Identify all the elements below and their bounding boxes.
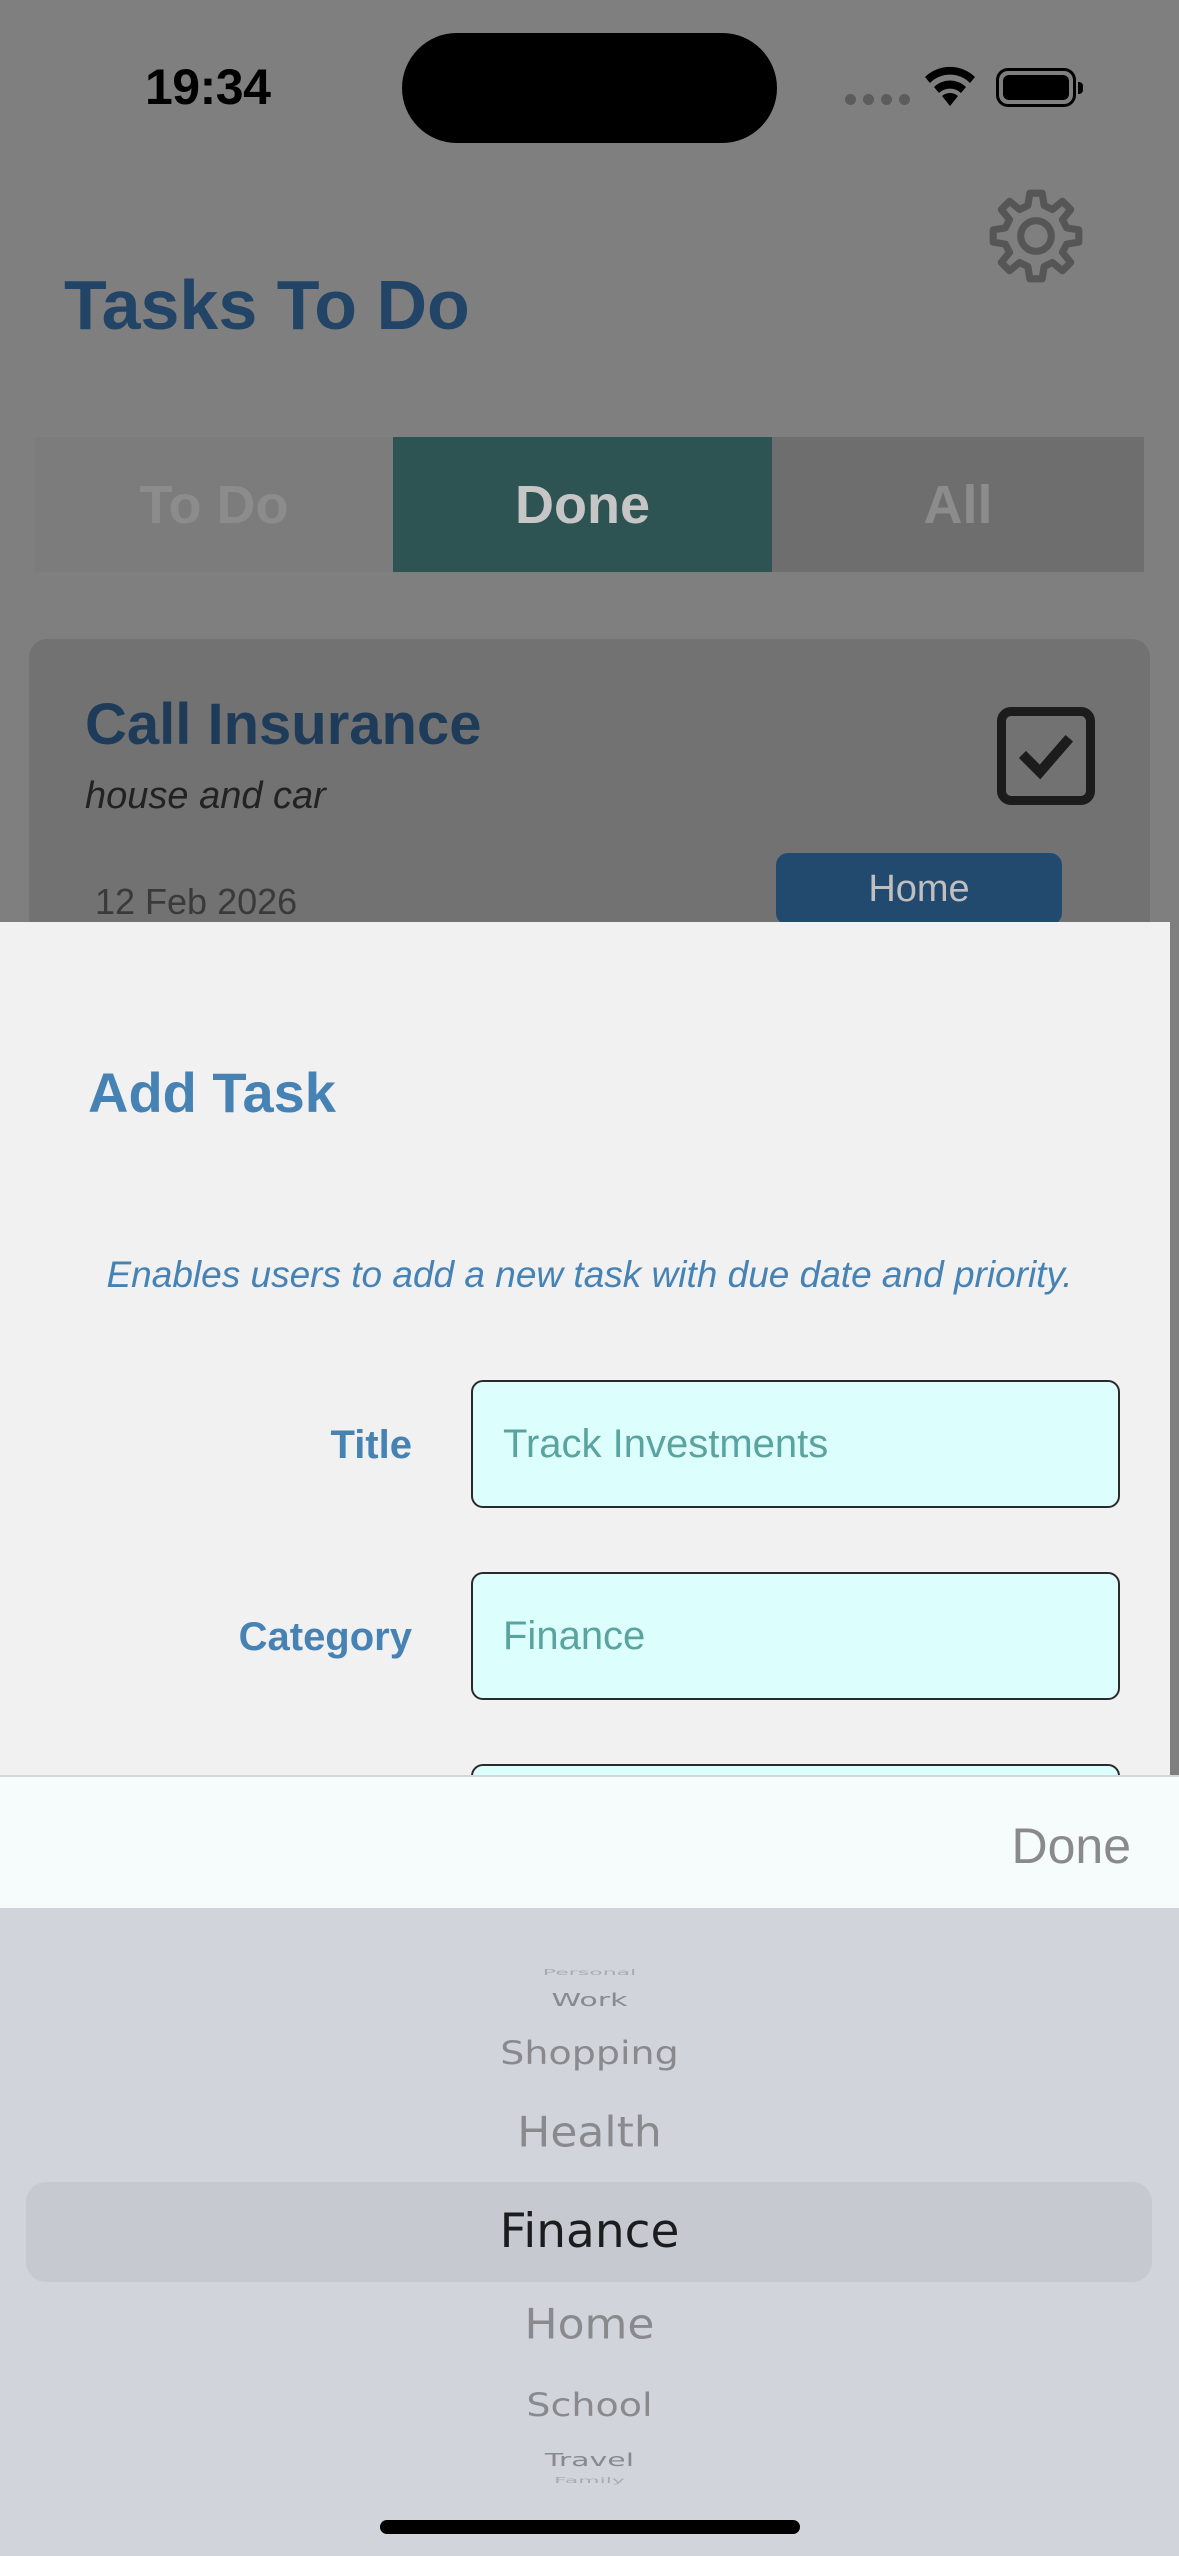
dynamic-island: [402, 33, 777, 143]
task-title: Call Insurance: [85, 692, 482, 757]
title-label: Title: [330, 1423, 412, 1467]
category-label: Category: [238, 1615, 412, 1659]
task-done-checkbox[interactable]: [997, 707, 1095, 805]
gear-icon[interactable]: [985, 185, 1087, 287]
status-time: 19:34: [145, 59, 271, 115]
cellular-signal-icon: [845, 94, 910, 105]
picker-option[interactable]: Shopping: [0, 2034, 1179, 2071]
category-picker[interactable]: Personal Work Shopping Health Finance Ho…: [0, 1908, 1179, 2556]
sheet-title: Add Task: [88, 1061, 336, 1124]
category-badge: Home: [776, 853, 1062, 925]
category-input[interactable]: [471, 1572, 1120, 1700]
tab-done[interactable]: Done: [393, 437, 772, 572]
task-subtitle: house and car: [85, 775, 326, 817]
filter-segmented-control: To Do Done All: [35, 437, 1144, 572]
battery-icon: [996, 68, 1083, 107]
done-button[interactable]: Done: [1011, 1817, 1131, 1875]
picker-option[interactable]: Travel: [0, 2450, 1179, 2471]
title-input[interactable]: [471, 1380, 1120, 1508]
tab-all[interactable]: All: [772, 437, 1144, 572]
picker-option[interactable]: Home: [0, 2300, 1179, 2349]
picker-option[interactable]: Health: [0, 2108, 1179, 2157]
keyboard-toolbar: Done: [0, 1775, 1179, 1908]
picker-option[interactable]: School: [0, 2386, 1179, 2423]
home-indicator: [380, 2520, 800, 2534]
status-bar: 19:34: [0, 0, 1179, 150]
picker-option[interactable]: Family: [0, 2476, 1179, 2485]
picker-option[interactable]: Work: [0, 1990, 1179, 2011]
sheet-description: Enables users to add a new task with due…: [106, 1254, 1073, 1295]
task-date: 12 Feb 2026: [95, 881, 298, 922]
tab-to-do[interactable]: To Do: [35, 437, 393, 572]
checkmark-icon: [1018, 734, 1074, 780]
wifi-icon: [925, 66, 975, 106]
picker-option[interactable]: Personal: [0, 1968, 1179, 1977]
page-title: Tasks To Do: [64, 266, 470, 344]
picker-option-selected[interactable]: Finance: [0, 2204, 1179, 2259]
